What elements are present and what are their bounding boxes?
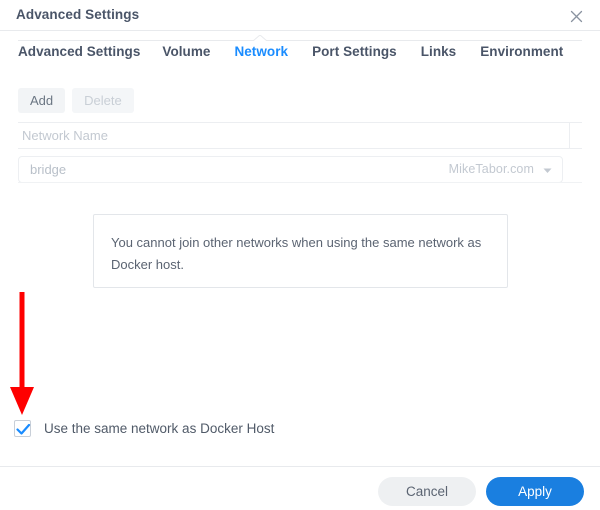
dialog-footer: Cancel Apply xyxy=(378,477,584,506)
add-button[interactable]: Add xyxy=(18,88,66,113)
advanced-settings-dialog: Advanced Settings Advanced Settings Volu… xyxy=(0,0,600,510)
tab-environment[interactable]: Environment xyxy=(480,44,579,59)
tab-underline xyxy=(18,40,582,41)
tab-advanced-settings[interactable]: Advanced Settings xyxy=(18,44,154,59)
chevron-down-icon[interactable] xyxy=(543,168,552,174)
info-message-box: You cannot join other networks when usin… xyxy=(93,214,508,288)
dialog-title: Advanced Settings xyxy=(16,7,140,22)
grid-header-row: Network Name xyxy=(18,122,582,149)
close-icon[interactable] xyxy=(564,4,588,28)
grid-toolbar: Add Delete xyxy=(18,88,134,113)
tab-links[interactable]: Links xyxy=(421,44,473,59)
network-grid: Network Name bridge MikeTabor.com xyxy=(18,122,582,183)
tab-bar: Advanced Settings Volume Network Port Se… xyxy=(0,31,600,74)
active-tab-caret-icon xyxy=(253,35,267,41)
tab-port-settings[interactable]: Port Settings xyxy=(312,44,413,59)
watermark-text: MikeTabor.com xyxy=(448,162,534,176)
info-message-text: You cannot join other networks when usin… xyxy=(111,235,482,272)
dialog-titlebar: Advanced Settings xyxy=(0,0,600,31)
column-divider xyxy=(569,123,570,148)
tab-volume[interactable]: Volume xyxy=(162,44,226,59)
docker-host-network-checkbox-label: Use the same network as Docker Host xyxy=(44,421,275,436)
column-header-network-name: Network Name xyxy=(22,128,108,143)
check-icon xyxy=(16,423,31,435)
grid-bottom-divider xyxy=(18,182,582,183)
annotation-arrow-down-icon xyxy=(6,291,46,417)
footer-divider xyxy=(0,466,600,467)
delete-button: Delete xyxy=(72,88,134,113)
network-name-value: bridge xyxy=(30,162,67,177)
table-row[interactable]: bridge MikeTabor.com xyxy=(18,156,563,183)
tab-network[interactable]: Network xyxy=(234,44,304,59)
cancel-button[interactable]: Cancel xyxy=(378,477,476,506)
docker-host-network-checkbox-row[interactable]: Use the same network as Docker Host xyxy=(14,420,274,437)
docker-host-network-checkbox[interactable] xyxy=(14,420,31,437)
apply-button[interactable]: Apply xyxy=(486,477,584,506)
